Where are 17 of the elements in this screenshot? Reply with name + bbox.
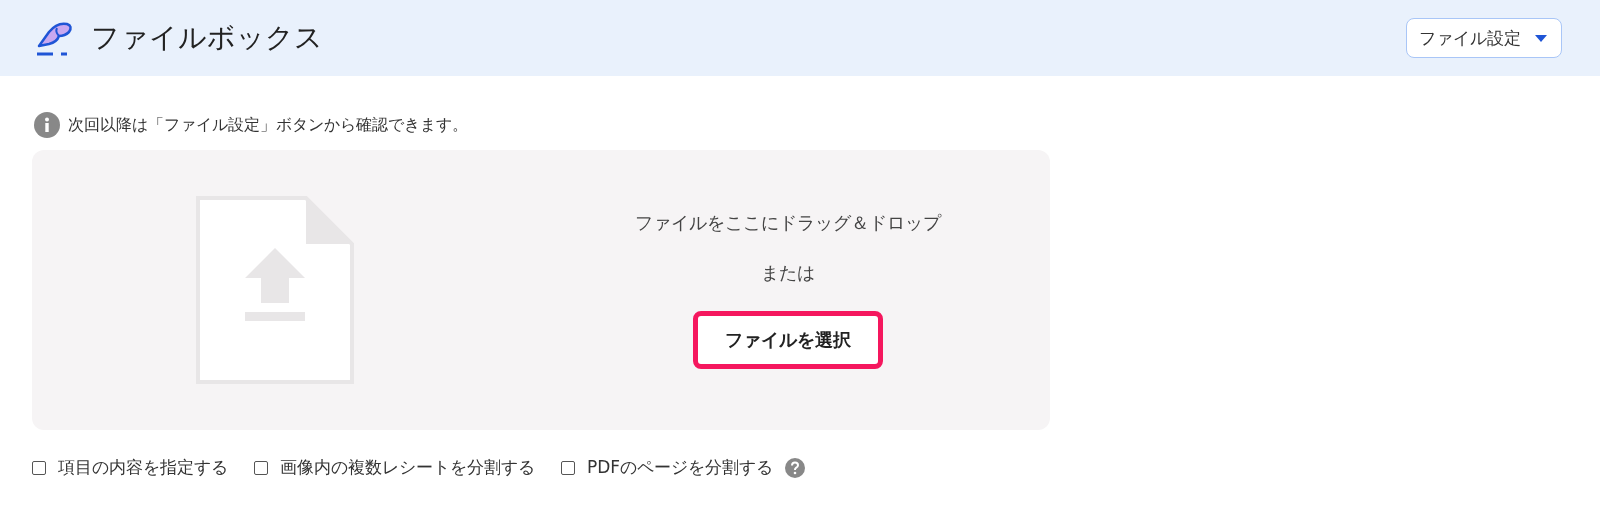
option-label: 画像内の複数レシートを分割する <box>280 456 535 479</box>
option-label: 項目の内容を指定する <box>58 456 228 479</box>
file-upload-icon <box>196 196 354 384</box>
help-icon[interactable] <box>785 457 806 478</box>
checkbox[interactable] <box>561 460 575 475</box>
info-text: 次回以降は「ファイル設定」ボタンから確認できます。 <box>68 114 468 136</box>
or-text: または <box>761 261 815 285</box>
checkbox[interactable] <box>32 460 46 475</box>
checkbox[interactable] <box>254 460 268 475</box>
info-icon <box>34 112 60 138</box>
page-title: ファイルボックス <box>91 20 323 56</box>
caret-icon <box>1535 34 1547 42</box>
select-file-button[interactable]: ファイルを選択 <box>693 311 883 369</box>
file-settings-button[interactable]: ファイル設定 <box>1406 18 1562 58</box>
option-label: PDFのページを分割する <box>587 456 774 479</box>
drop-instruction: ファイルをここにドラッグ＆ドロップ <box>635 211 941 235</box>
dropzone[interactable]: ファイルをここにドラッグ＆ドロップ または ファイルを選択 <box>32 150 1050 430</box>
